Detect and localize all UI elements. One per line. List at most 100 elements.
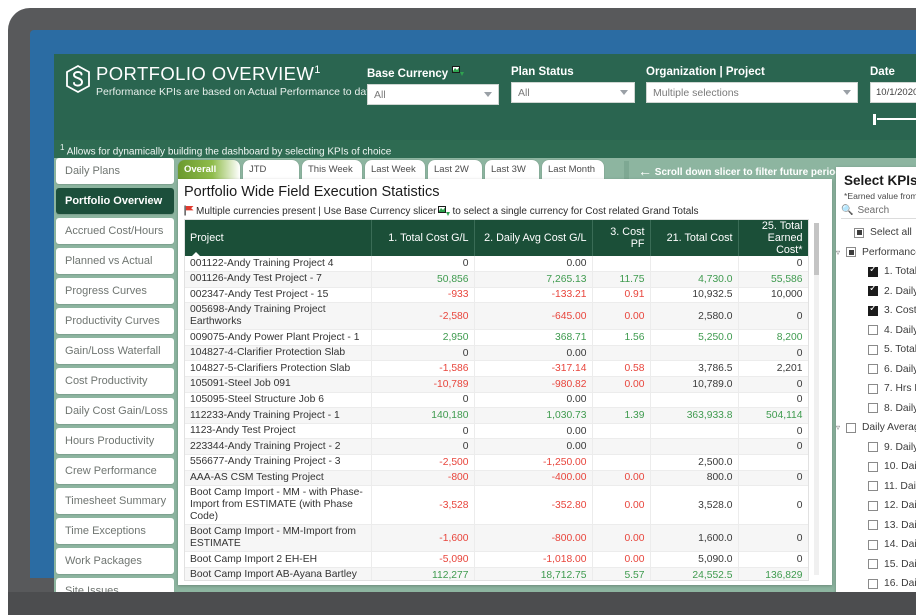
kpi-checkbox[interactable] bbox=[868, 403, 878, 413]
kpi-search-input[interactable]: 🔍 Search bbox=[841, 203, 916, 219]
table-row[interactable]: 105095-Steel Structure Job 600.000 bbox=[185, 392, 808, 408]
column-header-5[interactable]: 25. Total Earned Cost* bbox=[738, 220, 808, 256]
kpi-checkbox[interactable] bbox=[846, 247, 856, 257]
kpi-item[interactable]: 10. Daily Avg La bbox=[836, 457, 916, 477]
chevron-down-icon[interactable]: ▿ bbox=[836, 423, 845, 432]
sidebar-item-gain-loss-waterfall[interactable]: Gain/Loss Waterfall bbox=[56, 338, 174, 364]
table-row[interactable]: 002347-Andy Test Project - 15-933-133.21… bbox=[185, 287, 808, 303]
tab-last-month[interactable]: Last Month bbox=[542, 160, 604, 179]
kpi-checkbox[interactable] bbox=[868, 286, 878, 296]
table-row[interactable]: 223344-Andy Training Project - 200.000 bbox=[185, 439, 808, 455]
kpi-checkbox[interactable] bbox=[868, 345, 878, 355]
sidebar-item-daily-cost-gain-loss[interactable]: Daily Cost Gain/Loss bbox=[56, 398, 174, 424]
table-row[interactable]: Boot Camp Import - MM - with Phase-Impor… bbox=[185, 486, 808, 525]
sidebar-item-accrued-cost-hours[interactable]: Accrued Cost/Hours bbox=[56, 218, 174, 244]
kpi-checkbox[interactable] bbox=[868, 364, 878, 374]
slicer-base-currency-dropdown[interactable]: All bbox=[367, 84, 499, 105]
kpi-item[interactable]: Select all bbox=[836, 223, 916, 243]
column-header-0[interactable]: Project bbox=[185, 220, 371, 256]
table-row[interactable]: Boot Camp Import AB-Ayana Bartley112,277… bbox=[185, 567, 808, 581]
table-row[interactable]: 005698-Andy Training Project Earthworks-… bbox=[185, 303, 808, 330]
table-row[interactable]: 001126-Andy Test Project - 750,8567,265.… bbox=[185, 272, 808, 288]
kpi-checkbox[interactable] bbox=[868, 481, 878, 491]
table-row[interactable]: 556677-Andy Training Project - 3-2,500-1… bbox=[185, 455, 808, 471]
tab-last-2w[interactable]: Last 2W bbox=[428, 160, 482, 179]
column-header-2[interactable]: 2. Daily Avg Cost G/L bbox=[474, 220, 592, 256]
kpi-item[interactable]: 14. Daily Avg Ea bbox=[836, 535, 916, 555]
kpi-item[interactable]: 7. Hrs PF bbox=[836, 379, 916, 399]
tab-last-week[interactable]: Last Week bbox=[365, 160, 425, 179]
table-scrollbar-thumb[interactable] bbox=[814, 223, 819, 275]
kpi-checkbox[interactable] bbox=[846, 423, 856, 433]
kpi-item[interactable]: 15. Daily Avg Ea bbox=[836, 555, 916, 575]
kpi-checkbox[interactable] bbox=[868, 442, 878, 452]
kpi-checkbox[interactable] bbox=[868, 579, 878, 589]
kpi-item[interactable]: 11. Daily Avg Eq bbox=[836, 477, 916, 497]
kpi-item[interactable]: 2. Daily Avg Cos bbox=[836, 282, 916, 302]
kpi-checkbox[interactable] bbox=[868, 306, 878, 316]
table-row[interactable]: Boot Camp Import - MM-Import from ESTIMA… bbox=[185, 525, 808, 552]
kpi-item[interactable]: 9. Daily Avg Cos bbox=[836, 438, 916, 458]
table-row[interactable]: 104827-4-Clarifier Protection Slab00.000 bbox=[185, 345, 808, 361]
cell-total-cost: 24,552.5 bbox=[650, 567, 738, 581]
tab-overall[interactable]: Overall bbox=[178, 160, 240, 179]
table-vertical-scrollbar[interactable] bbox=[814, 223, 819, 575]
table-row[interactable]: 001122-Andy Training Project 400.000 bbox=[185, 256, 808, 272]
sidebar-item-hours-productivity[interactable]: Hours Productivity bbox=[56, 428, 174, 454]
kpi-checkbox[interactable] bbox=[868, 384, 878, 394]
kpi-item[interactable]: 6. Daily Avg Hrs bbox=[836, 360, 916, 380]
column-header-4[interactable]: 21. Total Cost bbox=[650, 220, 738, 256]
kpi-item[interactable]: 13. Daily Avg Ea bbox=[836, 516, 916, 536]
kpi-item[interactable]: 12. Daily Avg Ve bbox=[836, 496, 916, 516]
kpi-checkbox[interactable] bbox=[868, 462, 878, 472]
kpi-checkbox[interactable] bbox=[868, 559, 878, 569]
kpi-item[interactable]: 16. Daily Avg La bbox=[836, 574, 916, 594]
sidebar-item-productivity-curves[interactable]: Productivity Curves bbox=[56, 308, 174, 334]
kpi-item[interactable]: 4. Daily Avg Cos bbox=[836, 321, 916, 341]
kpi-checkbox[interactable] bbox=[868, 501, 878, 511]
tab-this-week[interactable]: This Week bbox=[302, 160, 362, 179]
kpi-item-label: 1. Total Cost G/L bbox=[884, 266, 916, 277]
kpi-item[interactable]: ▿Performance* bbox=[836, 243, 916, 263]
kpi-item[interactable]: 1. Total Cost G/L bbox=[836, 262, 916, 282]
date-range-slider[interactable] bbox=[871, 114, 916, 124]
tab-jtd[interactable]: JTD bbox=[243, 160, 299, 179]
table-row[interactable]: AAA-AS CSM Testing Project-800-400.000.0… bbox=[185, 470, 808, 486]
column-header-1[interactable]: 1. Total Cost G/L bbox=[371, 220, 474, 256]
table-row[interactable]: Boot Camp Import 2 EH-EH-5,090-1,018.000… bbox=[185, 552, 808, 568]
table-row[interactable]: 105091-Steel Job 091-10,789-980.820.0010… bbox=[185, 377, 808, 393]
sidebar-item-work-packages[interactable]: Work Packages bbox=[56, 548, 174, 574]
sidebar-item-portfolio-overview[interactable]: Portfolio Overview bbox=[56, 188, 174, 214]
table-row[interactable]: 104827-5-Clarifiers Protection Slab-1,58… bbox=[185, 361, 808, 377]
kpi-item[interactable]: 8. Daily Avg Hrs bbox=[836, 399, 916, 419]
table-row[interactable]: 1123-Andy Test Project00.000 bbox=[185, 423, 808, 439]
kpi-checkbox[interactable] bbox=[868, 267, 878, 277]
tab-last-3w[interactable]: Last 3W bbox=[485, 160, 539, 179]
sidebar-item-planned-vs-actual[interactable]: Planned vs Actual bbox=[56, 248, 174, 274]
cell-total-cost: 5,250.0 bbox=[650, 330, 738, 346]
currency-exchange-icon[interactable] bbox=[452, 66, 464, 80]
kpi-checkbox[interactable] bbox=[868, 520, 878, 530]
slicer-organization-dropdown[interactable]: Multiple selections bbox=[646, 82, 858, 103]
date-slider-handle[interactable] bbox=[873, 114, 876, 125]
kpi-item[interactable]: 5. Total Hrs G/L bbox=[836, 340, 916, 360]
kpi-checkbox[interactable] bbox=[868, 325, 878, 335]
sidebar-item-time-exceptions[interactable]: Time Exceptions bbox=[56, 518, 174, 544]
table-row[interactable]: 112233-Andy Training Project - 1140,1801… bbox=[185, 408, 808, 424]
chevron-down-icon bbox=[843, 90, 851, 95]
sidebar-item-progress-curves[interactable]: Progress Curves bbox=[56, 278, 174, 304]
statistics-table-wrapper[interactable]: Project1. Total Cost G/L2. Daily Avg Cos… bbox=[184, 219, 809, 581]
sidebar-item-timesheet-summary[interactable]: Timesheet Summary bbox=[56, 488, 174, 514]
chevron-down-icon[interactable]: ▿ bbox=[836, 248, 845, 257]
kpi-checkbox[interactable] bbox=[854, 228, 864, 238]
kpi-checkbox[interactable] bbox=[868, 540, 878, 550]
kpi-item[interactable]: 3. Cost PF bbox=[836, 301, 916, 321]
column-header-3[interactable]: 3. Cost PF bbox=[592, 220, 650, 256]
kpi-item[interactable]: ▿Daily Averages bbox=[836, 418, 916, 438]
sidebar-item-crew-performance[interactable]: Crew Performance bbox=[56, 458, 174, 484]
date-start-input[interactable]: 10/1/2020 📅 bbox=[870, 82, 916, 103]
table-row[interactable]: 009075-Andy Power Plant Project - 12,950… bbox=[185, 330, 808, 346]
sidebar-item-cost-productivity[interactable]: Cost Productivity bbox=[56, 368, 174, 394]
sidebar-item-daily-plans[interactable]: Daily Plans bbox=[56, 158, 174, 184]
slicer-plan-status-dropdown[interactable]: All bbox=[511, 82, 635, 103]
